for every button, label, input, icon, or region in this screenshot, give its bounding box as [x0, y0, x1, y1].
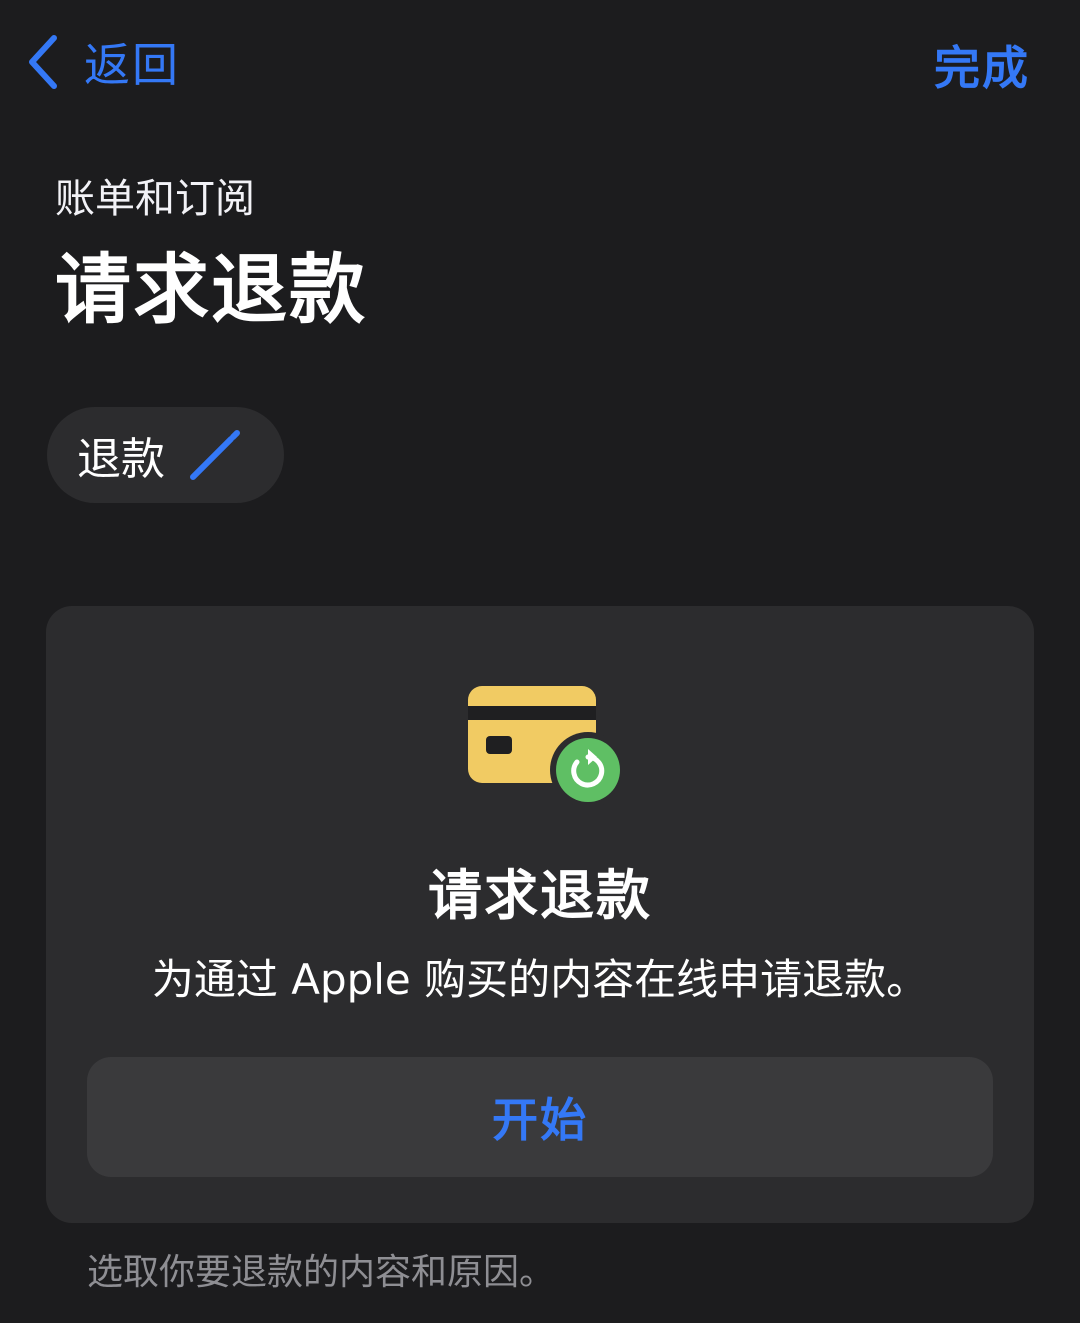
page-title: 请求退款	[55, 245, 367, 334]
back-button-label: 返回	[84, 38, 180, 92]
start-button-label: 开始	[492, 1093, 588, 1147]
card-description: 为通过 Apple 购买的内容在线申请退款。	[151, 955, 929, 1004]
chevron-left-icon	[29, 35, 57, 89]
credit-card-refund-icon	[468, 686, 626, 808]
refund-card: 请求退款 为通过 Apple 购买的内容在线申请退款。 开始	[46, 606, 1034, 1223]
back-button[interactable]: 返回	[24, 30, 180, 94]
done-button[interactable]: 完成	[934, 32, 1030, 98]
topic-chip-edit-button[interactable]: 退款	[47, 407, 284, 503]
section-breadcrumb: 账单和订阅	[55, 176, 255, 222]
footer-note: 选取你要退款的内容和原因。	[87, 1252, 556, 1293]
topic-chip-label: 退款	[77, 434, 165, 485]
card-title: 请求退款	[428, 864, 652, 927]
start-button[interactable]: 开始	[87, 1057, 993, 1177]
pencil-icon	[190, 430, 240, 480]
